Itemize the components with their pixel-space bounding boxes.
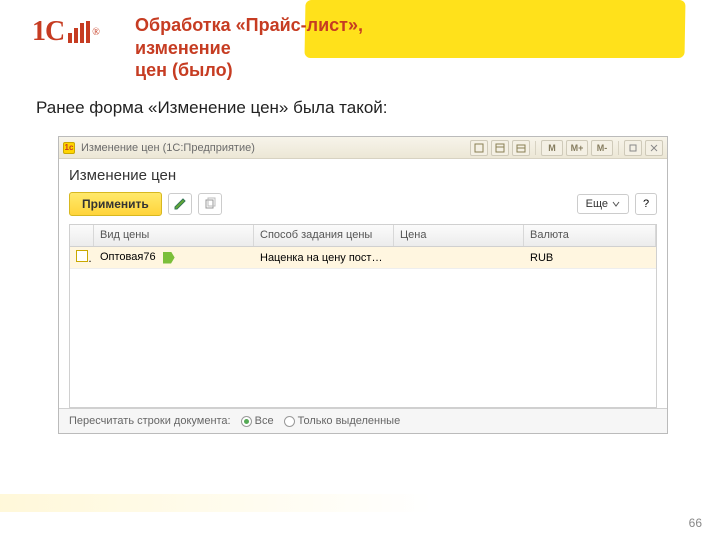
window-title: Изменение цен (1С:Предприятие) bbox=[81, 142, 255, 154]
pencil-icon bbox=[173, 197, 187, 211]
titlebar-mplus-button[interactable]: M+ bbox=[566, 140, 588, 156]
footer-bar: Пересчитать строки документа: Все Только… bbox=[59, 408, 667, 433]
copy-icon-button[interactable] bbox=[198, 193, 222, 215]
more-button[interactable]: Еще bbox=[577, 194, 629, 214]
radio-all[interactable]: Все bbox=[241, 415, 274, 427]
row-checkbox[interactable] bbox=[76, 250, 88, 262]
chevron-down-icon bbox=[612, 200, 620, 208]
footer-label: Пересчитать строки документа: bbox=[69, 415, 231, 427]
radio-icon bbox=[241, 416, 252, 427]
page-number: 66 bbox=[689, 516, 702, 530]
app-icon: 1с bbox=[63, 142, 75, 154]
titlebar-new-icon[interactable] bbox=[470, 140, 488, 156]
slide-title: Обработка «Прайс-лист», изменение цен (б… bbox=[135, 14, 455, 82]
apply-button[interactable]: Применить bbox=[69, 192, 162, 216]
col-checkbox bbox=[70, 225, 94, 246]
cell-price-type: Оптовая76 bbox=[100, 251, 156, 263]
decorative-band bbox=[0, 494, 720, 512]
radio-icon bbox=[284, 416, 295, 427]
cell-currency: RUB bbox=[524, 252, 656, 264]
titlebar-calendar-icon[interactable] bbox=[512, 140, 530, 156]
col-price-type[interactable]: Вид цены bbox=[94, 225, 254, 246]
titlebar-calc-icon[interactable] bbox=[491, 140, 509, 156]
copy-icon bbox=[203, 197, 217, 211]
col-method[interactable]: Способ задания цены bbox=[254, 225, 394, 246]
logo-bars-icon bbox=[68, 21, 90, 43]
table-row[interactable]: Оптовая76 Наценка на цену пост… RUB bbox=[70, 247, 656, 269]
col-currency[interactable]: Валюта bbox=[524, 225, 656, 246]
form-title: Изменение цен bbox=[69, 167, 657, 184]
window-titlebar: 1с Изменение цен (1С:Предприятие) M M+ M… bbox=[59, 137, 667, 159]
titlebar-m-button[interactable]: M bbox=[541, 140, 563, 156]
col-price[interactable]: Цена bbox=[394, 225, 524, 246]
titlebar-restore-icon[interactable] bbox=[624, 140, 642, 156]
radio-selected[interactable]: Только выделенные bbox=[284, 415, 401, 427]
price-grid: Вид цены Способ задания цены Цена Валюта… bbox=[69, 224, 657, 408]
slide-lead-text: Ранее форма «Изменение цен» была такой: bbox=[36, 98, 388, 118]
app-window: 1с Изменение цен (1С:Предприятие) M M+ M… bbox=[58, 136, 668, 434]
titlebar-close-icon[interactable] bbox=[645, 140, 663, 156]
price-tag-icon bbox=[163, 252, 175, 264]
help-button[interactable]: ? bbox=[635, 193, 657, 215]
logo-1c: 1C ® bbox=[32, 16, 100, 48]
titlebar-mminus-button[interactable]: M- bbox=[591, 140, 613, 156]
grid-header: Вид цены Способ задания цены Цена Валюта bbox=[70, 225, 656, 247]
edit-icon-button[interactable] bbox=[168, 193, 192, 215]
toolbar: Применить Еще ? bbox=[69, 192, 657, 216]
cell-method: Наценка на цену пост… bbox=[254, 252, 394, 264]
